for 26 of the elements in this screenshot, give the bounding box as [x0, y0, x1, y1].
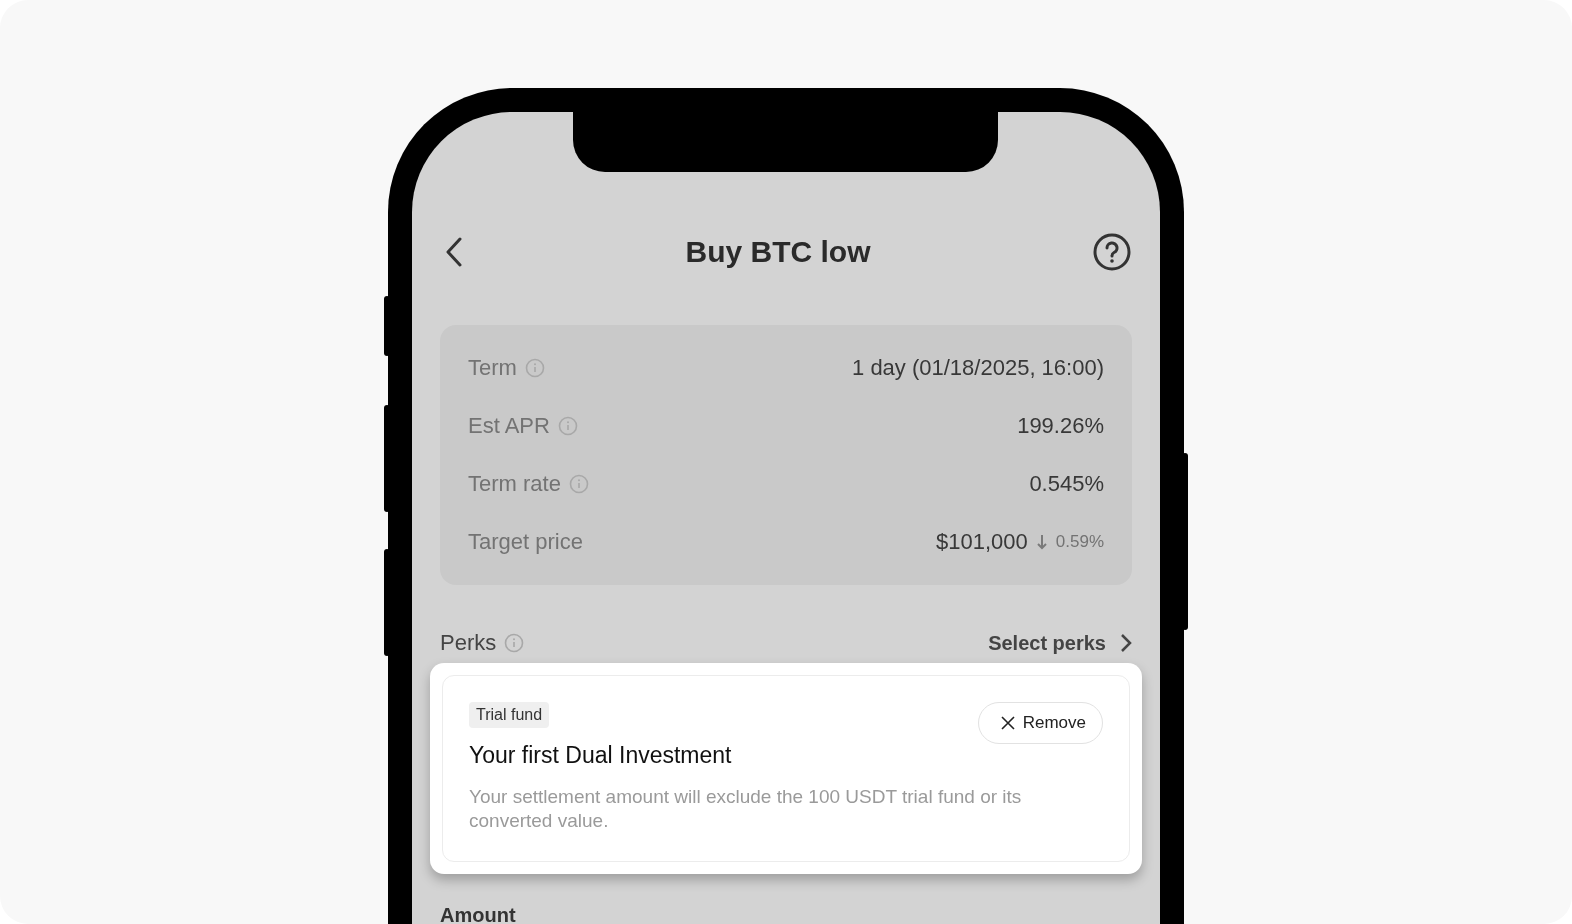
detail-value: 1 day (01/18/2025, 16:00)	[852, 355, 1104, 381]
trial-fund-tag: Trial fund	[469, 702, 550, 728]
close-icon	[1000, 716, 1015, 730]
detail-label: Term	[468, 355, 517, 381]
info-icon[interactable]	[568, 474, 589, 494]
page-title: Buy BTC low	[685, 235, 871, 269]
chevron-right-icon	[1120, 633, 1132, 653]
info-icon[interactable]	[524, 358, 545, 378]
detail-value: 199.26%	[1017, 413, 1104, 439]
help-icon[interactable]	[1092, 232, 1132, 272]
amount-label: Amount	[440, 904, 517, 924]
info-icon[interactable]	[504, 633, 525, 653]
perk-title: Your first Dual Investment	[469, 742, 733, 769]
back-icon[interactable]	[444, 236, 464, 268]
detail-value: $101,000	[936, 529, 1028, 555]
select-perks-link[interactable]: Select perks	[988, 631, 1132, 655]
detail-label: Est APR	[468, 413, 550, 439]
detail-label: Term rate	[468, 471, 561, 497]
perks-label: Perks	[440, 630, 497, 656]
perk-description: Your settlement amount will exclude the 100 USDT trial fund or its converted value.	[469, 785, 1023, 833]
down-arrow-icon	[1035, 533, 1048, 551]
detail-value: 0.545%	[1029, 471, 1104, 497]
remove-button[interactable]: Remove	[977, 702, 1103, 744]
price-change: 0.59%	[1055, 532, 1104, 552]
detail-label: Target price	[468, 529, 583, 555]
info-icon[interactable]	[557, 416, 578, 436]
